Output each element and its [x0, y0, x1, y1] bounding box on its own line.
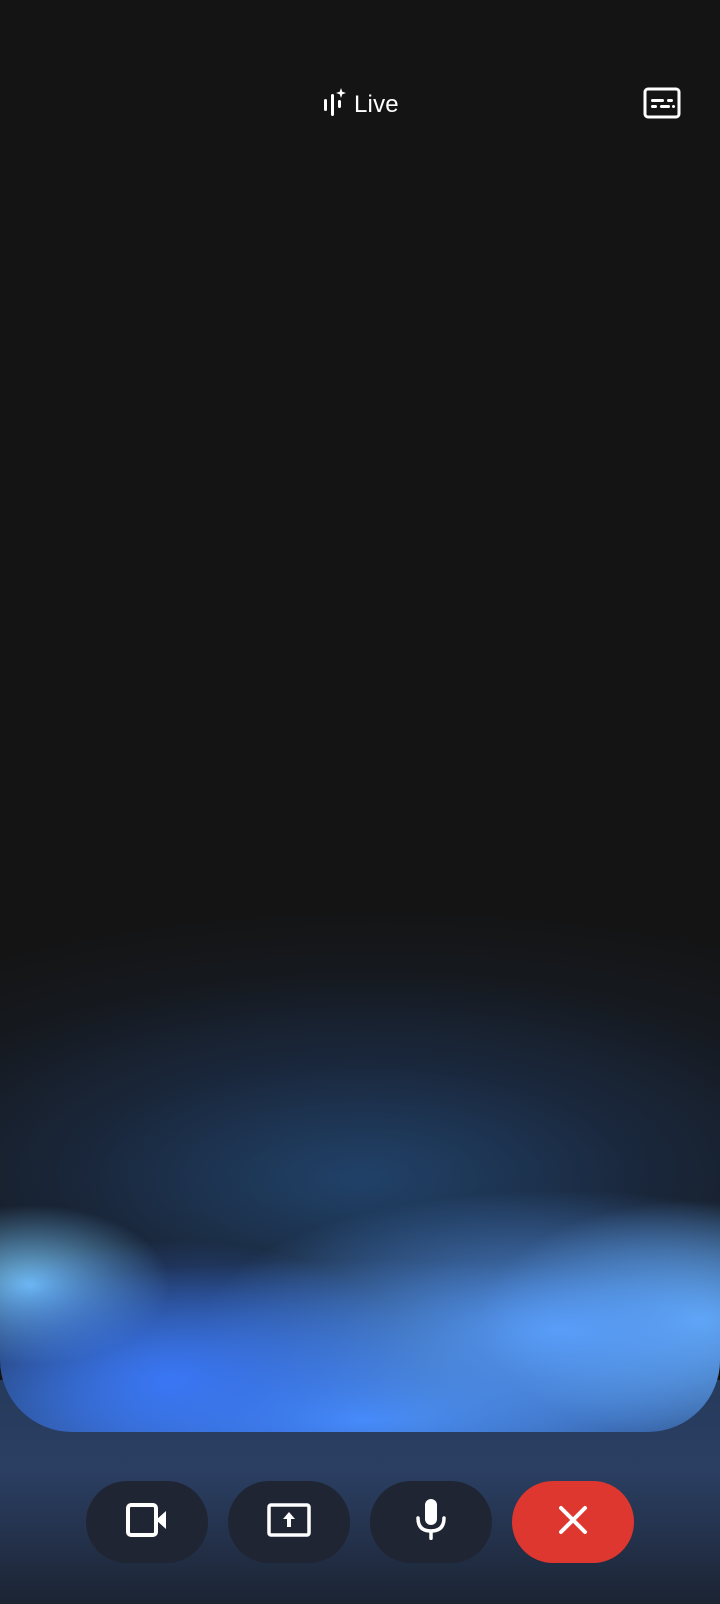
camera-button[interactable] [86, 1481, 208, 1563]
live-label: Live [354, 90, 399, 118]
header: Live [0, 76, 720, 132]
live-title: Live [322, 86, 399, 123]
microphone-icon [413, 1498, 449, 1547]
captions-button[interactable] [638, 84, 686, 126]
closed-captions-icon [643, 87, 681, 124]
video-camera-icon [125, 1502, 169, 1543]
audio-visualizer-glow [0, 0, 720, 1432]
close-icon [557, 1504, 589, 1541]
share-screen-button[interactable] [228, 1481, 350, 1563]
microphone-button[interactable] [370, 1481, 492, 1563]
sparkle-waveform-icon [322, 86, 346, 123]
call-controls [86, 1481, 634, 1563]
end-session-button[interactable] [512, 1481, 634, 1563]
live-screen: Live [0, 0, 720, 1604]
screen-share-icon [267, 1502, 311, 1542]
